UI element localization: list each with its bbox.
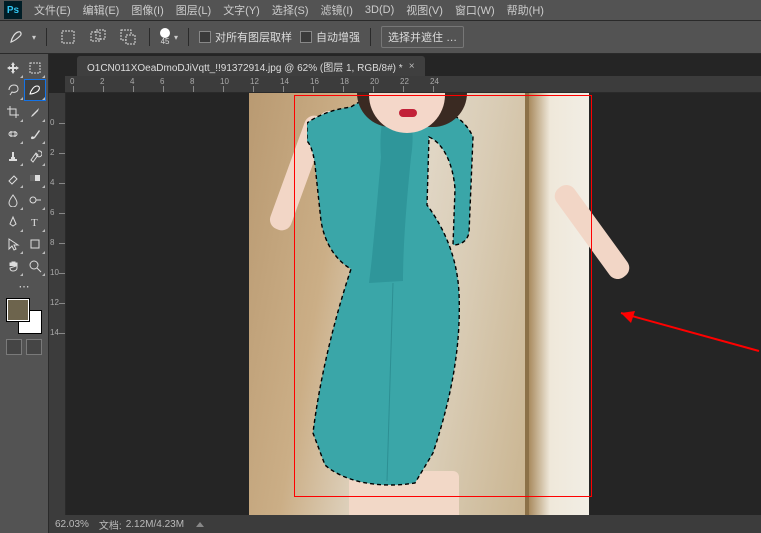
ruler-vertical[interactable]: 0 2 4 6 8 10 12 14 bbox=[49, 93, 66, 515]
eyedropper-tool[interactable] bbox=[25, 102, 45, 122]
ruler-tick-label: 18 bbox=[340, 77, 349, 86]
brush-tool[interactable] bbox=[25, 124, 45, 144]
triangle-icon[interactable] bbox=[196, 522, 204, 527]
doc-size[interactable]: 文档: 2.12M/4.23M bbox=[99, 517, 184, 532]
pen-tool[interactable] bbox=[3, 212, 23, 232]
photo-lips bbox=[399, 109, 417, 117]
sample-all-layers-checkbox[interactable]: 对所有图层取样 bbox=[199, 29, 292, 45]
brush-size-value: 45 bbox=[161, 38, 170, 46]
sample-all-label: 对所有图层取样 bbox=[215, 29, 292, 45]
select-and-mask-button[interactable]: 选择并遮住 … bbox=[381, 26, 464, 48]
photoshop-window: Ps 文件(E) 编辑(E) 图像(I) 图层(L) 文字(Y) 选择(S) 滤… bbox=[0, 0, 761, 533]
ruler-tick-label: 14 bbox=[280, 77, 289, 86]
dodge-tool[interactable] bbox=[25, 190, 45, 210]
menu-type[interactable]: 文字(Y) bbox=[217, 0, 266, 20]
tool-extra[interactable]: ⋯ bbox=[19, 280, 30, 293]
zoom-tool[interactable] bbox=[25, 256, 45, 276]
subtract-selection-icon[interactable] bbox=[117, 26, 139, 48]
menu-bar: Ps 文件(E) 编辑(E) 图像(I) 图层(L) 文字(Y) 选择(S) 滤… bbox=[0, 0, 761, 21]
ruler-tick-label: 8 bbox=[50, 238, 54, 247]
auto-enhance-label: 自动增强 bbox=[316, 29, 360, 45]
ruler-tick-label: 12 bbox=[50, 298, 59, 307]
menu-edit[interactable]: 编辑(E) bbox=[77, 0, 126, 20]
ruler-tick-label: 2 bbox=[50, 148, 54, 157]
ruler-tick-label: 8 bbox=[190, 77, 194, 86]
eraser-tool[interactable] bbox=[3, 168, 23, 188]
shape-tool[interactable] bbox=[25, 234, 45, 254]
photo-mirror bbox=[525, 93, 589, 515]
menu-help[interactable]: 帮助(H) bbox=[501, 0, 550, 20]
ruler-tick-label: 14 bbox=[50, 328, 59, 337]
checkbox-icon bbox=[300, 31, 312, 43]
ruler-tick-label: 4 bbox=[50, 178, 54, 187]
heal-tool[interactable] bbox=[3, 124, 23, 144]
document-tabs: O1CN011XOeaDmoDJiVqtt_!!91372914.jpg @ 6… bbox=[49, 54, 761, 76]
ruler-tick-label: 20 bbox=[370, 77, 379, 86]
ruler-horizontal[interactable]: 024681012141618202224 bbox=[65, 76, 761, 93]
menu-window[interactable]: 窗口(W) bbox=[449, 0, 501, 20]
chevron-down-icon[interactable]: ▾ bbox=[174, 33, 178, 42]
tab-title: O1CN011XOeaDmoDJiVqtt_!!91372914.jpg @ 6… bbox=[87, 59, 403, 74]
document-canvas[interactable] bbox=[249, 93, 589, 515]
path-select-tool[interactable] bbox=[3, 234, 23, 254]
ruler-tick-label: 2 bbox=[100, 77, 104, 86]
auto-enhance-checkbox[interactable]: 自动增强 bbox=[300, 29, 360, 45]
app-logo: Ps bbox=[4, 1, 22, 19]
current-tool-icon[interactable] bbox=[6, 26, 28, 48]
selection-marquee bbox=[307, 93, 477, 493]
ruler-tick-label: 22 bbox=[400, 77, 409, 86]
ruler-tick-label: 10 bbox=[220, 77, 229, 86]
history-brush-tool[interactable] bbox=[25, 146, 45, 166]
work-area: T ⋯ O1CN011XOeaDmoDJiVqtt_!!91372914.jpg… bbox=[0, 54, 761, 533]
quick-selection-tool[interactable] bbox=[25, 80, 45, 100]
foreground-color[interactable] bbox=[7, 299, 29, 321]
ruler-tick-label: 24 bbox=[430, 77, 439, 86]
move-tool[interactable] bbox=[3, 58, 23, 78]
menu-view[interactable]: 视图(V) bbox=[400, 0, 449, 20]
menu-layer[interactable]: 图层(L) bbox=[170, 0, 217, 20]
ruler-tick-label: 16 bbox=[310, 77, 319, 86]
zoom-value: 62.03% bbox=[55, 519, 89, 530]
menu-select[interactable]: 选择(S) bbox=[266, 0, 315, 20]
ruler-tick-label: 0 bbox=[50, 118, 54, 127]
menu-image[interactable]: 图像(I) bbox=[125, 0, 169, 20]
close-icon[interactable]: × bbox=[409, 61, 415, 72]
menu-3d[interactable]: 3D(D) bbox=[359, 2, 400, 18]
gradient-tool[interactable] bbox=[25, 168, 45, 188]
svg-text:T: T bbox=[31, 217, 38, 229]
doc-size-value: 2.12M/4.23M bbox=[126, 519, 184, 530]
ruler-tick-label: 0 bbox=[70, 77, 74, 86]
lasso-tool[interactable] bbox=[3, 80, 23, 100]
ruler-tick-label: 4 bbox=[130, 77, 134, 86]
hand-tool[interactable] bbox=[3, 256, 23, 276]
brush-preset[interactable]: 45 bbox=[160, 28, 170, 46]
new-selection-icon[interactable] bbox=[57, 26, 79, 48]
type-tool[interactable]: T bbox=[25, 212, 45, 232]
doc-label: 文档: bbox=[99, 517, 122, 532]
ruler-tick-label: 12 bbox=[250, 77, 259, 86]
crop-tool[interactable] bbox=[3, 102, 23, 122]
add-selection-icon[interactable] bbox=[87, 26, 109, 48]
toolbox: T ⋯ bbox=[0, 54, 49, 533]
blur-tool[interactable] bbox=[3, 190, 23, 210]
color-swatches[interactable] bbox=[7, 299, 41, 333]
ruler-tick-label: 10 bbox=[50, 268, 59, 277]
annotation-arrow bbox=[601, 303, 761, 363]
screen-mode-toggle[interactable] bbox=[26, 339, 42, 355]
chevron-down-icon[interactable]: ▾ bbox=[32, 33, 36, 42]
menu-file[interactable]: 文件(E) bbox=[28, 0, 77, 20]
checkbox-icon bbox=[199, 31, 211, 43]
menu-filter[interactable]: 滤镜(I) bbox=[315, 0, 359, 20]
marquee-tool[interactable] bbox=[25, 58, 45, 78]
quick-mask-toggle[interactable] bbox=[6, 339, 22, 355]
document-tab[interactable]: O1CN011XOeaDmoDJiVqtt_!!91372914.jpg @ 6… bbox=[77, 56, 425, 76]
options-bar: ▾ 45 ▾ 对所有图层取样 自动增强 选择并遮住 … bbox=[0, 21, 761, 54]
canvas-stage[interactable] bbox=[66, 93, 761, 515]
status-bar: 62.03% 文档: 2.12M/4.23M bbox=[49, 515, 761, 533]
stamp-tool[interactable] bbox=[3, 146, 23, 166]
ruler-tick-label: 6 bbox=[160, 77, 164, 86]
zoom-level[interactable]: 62.03% bbox=[55, 519, 89, 530]
ruler-tick-label: 6 bbox=[50, 208, 54, 217]
document-area: O1CN011XOeaDmoDJiVqtt_!!91372914.jpg @ 6… bbox=[49, 54, 761, 533]
